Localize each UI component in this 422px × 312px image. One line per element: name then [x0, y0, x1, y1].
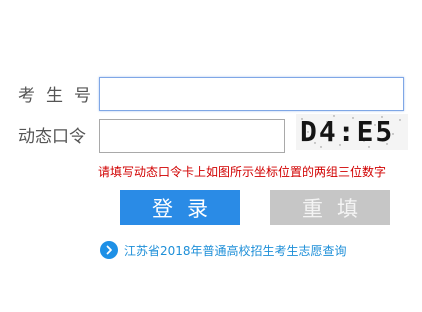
captcha-image[interactable]: D4:E5: [296, 114, 408, 150]
volunteer-query-link[interactable]: 江苏省2018年普通高校招生考生志愿查询: [124, 242, 347, 259]
login-button[interactable]: 登录: [120, 190, 240, 225]
volunteer-query-link-row[interactable]: 江苏省2018年普通高校招生考生志愿查询: [100, 240, 347, 260]
login-page: 考生号 动态口令 D4:E5 请填写动态口令卡上如图所示坐标位置的两组三位数字 …: [0, 0, 422, 312]
dynamic-password-label: 动态口令: [18, 127, 86, 147]
exam-number-input[interactable]: [99, 77, 404, 111]
dynamic-password-input[interactable]: [99, 119, 285, 153]
reset-button[interactable]: 重填: [270, 190, 390, 225]
dynamic-password-hint: 请填写动态口令卡上如图所示坐标位置的两组三位数字: [98, 165, 387, 179]
captcha-text: D4:E5: [300, 115, 395, 148]
exam-number-label: 考生号: [18, 86, 102, 106]
chevron-right-circle-icon: [100, 241, 118, 259]
